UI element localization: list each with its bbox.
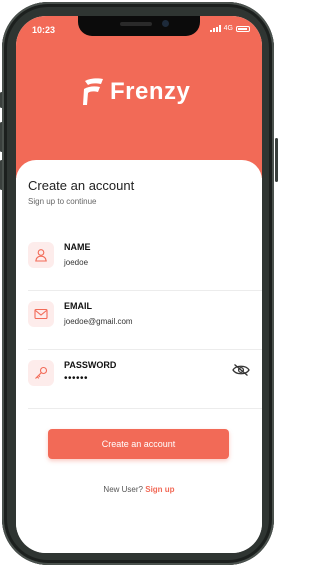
signup-card: Create an account Sign up to continue NA… [16, 160, 262, 553]
name-label: NAME [64, 242, 91, 252]
phone-device: 10:23 4G Frenzy Create an account Sign u… [0, 0, 278, 569]
new-user-text: New User? [103, 485, 143, 494]
front-camera [162, 20, 169, 27]
network-label: 4G [223, 25, 233, 32]
password-label: PASSWORD [64, 360, 117, 370]
form-title: Create an account [28, 178, 135, 193]
password-field[interactable]: PASSWORD •••••• [16, 351, 262, 409]
email-label: EMAIL [64, 301, 92, 311]
user-icon [28, 242, 54, 268]
mail-icon [28, 301, 54, 327]
signup-prompt: New User? Sign up [16, 485, 262, 494]
email-divider [28, 349, 262, 350]
status-icons: 4G [209, 25, 250, 32]
email-value[interactable]: joedoe@gmail.com [64, 317, 133, 326]
brand-logo: Frenzy [82, 77, 190, 107]
key-icon [28, 360, 54, 386]
name-divider [28, 290, 262, 291]
eye-off-icon[interactable] [232, 363, 250, 377]
status-time: 10:23 [32, 25, 56, 35]
password-value[interactable]: •••••• [64, 373, 88, 384]
phone-screen: 10:23 4G Frenzy Create an account Sign u… [16, 16, 262, 553]
frenzy-logo-icon [83, 78, 103, 105]
password-divider [28, 408, 262, 409]
side-button-power [275, 138, 278, 182]
sign-up-link[interactable]: Sign up [145, 485, 174, 494]
notch [78, 16, 200, 36]
signal-icon [209, 25, 221, 32]
name-value[interactable]: joedoe [64, 258, 88, 267]
form-subtitle: Sign up to continue [28, 197, 97, 206]
email-field[interactable]: EMAIL joedoe@gmail.com [16, 292, 262, 350]
battery-icon [236, 25, 250, 32]
speaker-grill [120, 22, 152, 26]
brand-name: Frenzy [110, 78, 191, 105]
name-field[interactable]: NAME joedoe [16, 233, 262, 291]
create-account-button[interactable]: Create an account [48, 429, 229, 459]
